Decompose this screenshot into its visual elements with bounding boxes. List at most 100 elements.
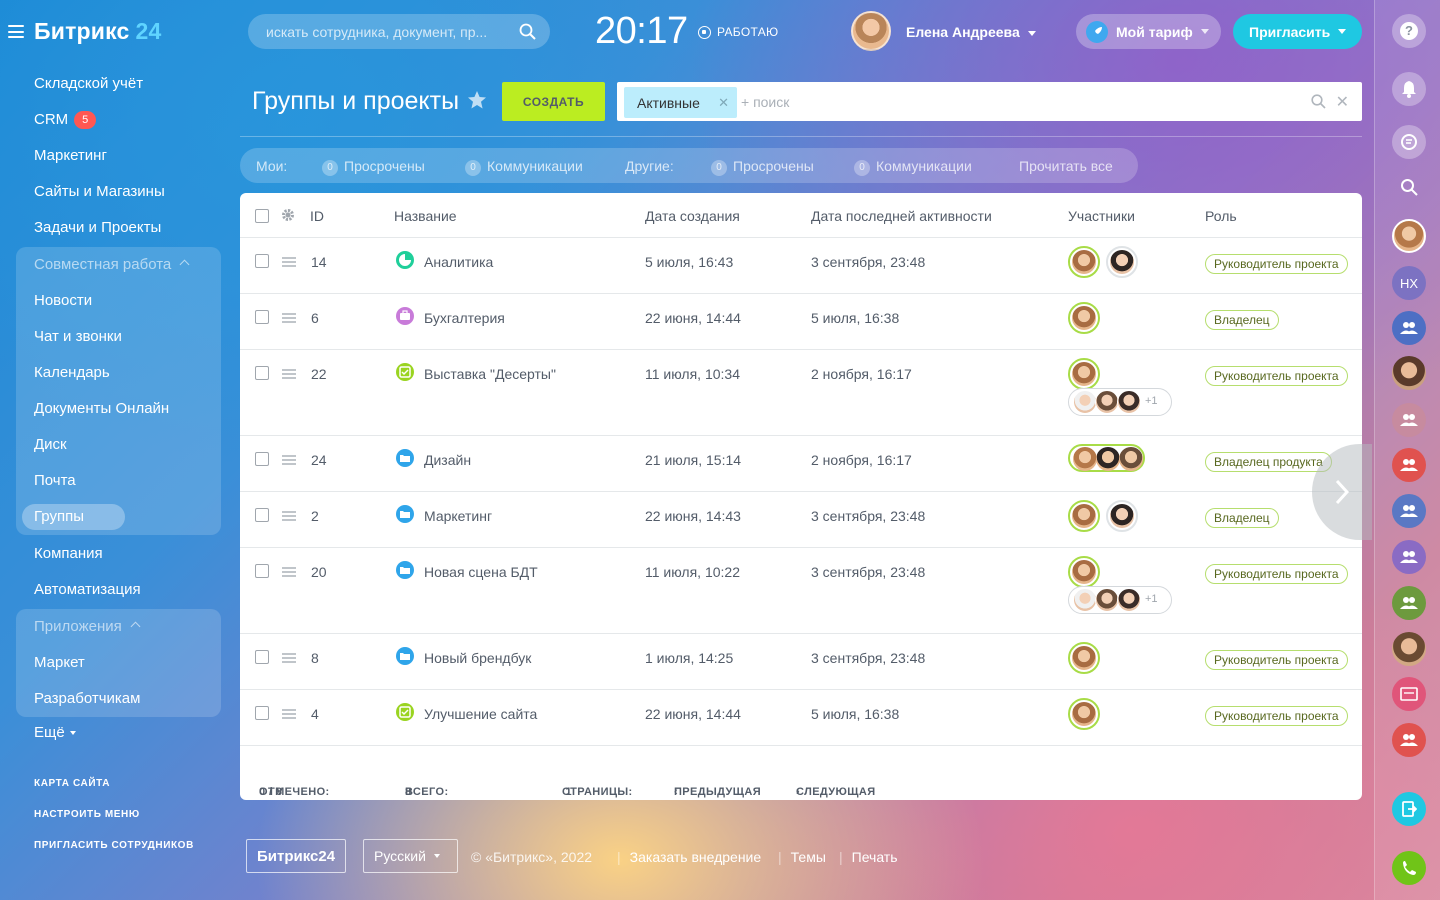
drag-handle-icon[interactable] [282, 313, 296, 323]
owner-avatar[interactable] [1068, 246, 1100, 278]
sidebar-item-warehouse[interactable]: Складской учёт [34, 75, 143, 92]
sidebar-item-marketing[interactable]: Маркетинг [34, 147, 107, 164]
sidebar-item-tasks[interactable]: Задачи и Проекты [34, 219, 161, 236]
counter-others-comms[interactable]: 0 Коммуникации [854, 158, 972, 176]
order-link[interactable]: | Заказать внедрение [617, 849, 761, 865]
group-name-link[interactable]: Аналитика [424, 254, 493, 270]
row-checkbox[interactable] [255, 452, 269, 466]
column-id[interactable]: ID [310, 208, 324, 224]
group-chat-icon[interactable] [1392, 403, 1426, 437]
contact-initials-avatar[interactable]: НХ [1392, 266, 1426, 300]
owner-avatar[interactable] [1068, 698, 1100, 730]
table-row[interactable]: 24 Дизайн 21 июля, 15:14 2 ноября, 16:17 Вла… [240, 436, 1362, 492]
column-role[interactable]: Роль [1205, 208, 1237, 224]
owner-avatar[interactable] [1068, 642, 1100, 674]
group-name-link[interactable]: Новая сцена БДТ [424, 564, 538, 580]
sidebar-item-automation[interactable]: Автоматизация [34, 581, 141, 598]
sidebar-item-docs[interactable]: Документы Онлайн [34, 400, 169, 417]
sidebar-item-mail[interactable]: Почта [34, 472, 76, 489]
drag-handle-icon[interactable] [282, 511, 296, 521]
sidebar-item-developers[interactable]: Разработчикам [34, 690, 140, 707]
contact-avatar[interactable] [1392, 632, 1426, 666]
favorite-star-icon[interactable] [467, 90, 487, 110]
group-name-link[interactable]: Бухгалтерия [424, 310, 505, 326]
drag-handle-icon[interactable] [282, 567, 296, 577]
row-checkbox[interactable] [255, 650, 269, 664]
member-avatar[interactable] [1106, 500, 1138, 532]
column-activity[interactable]: Дата последней активности [811, 208, 992, 224]
drag-handle-icon[interactable] [282, 455, 296, 465]
search-icon[interactable] [1311, 94, 1326, 109]
sidebar-item-news[interactable]: Новости [34, 292, 92, 309]
row-checkbox[interactable] [255, 564, 269, 578]
sidebar-item-market[interactable]: Маркет [34, 654, 85, 671]
sidebar-item-chat[interactable]: Чат и звонки [34, 328, 122, 345]
table-row[interactable]: 4 Улучшение сайта 22 июня, 14:44 5 июля, 16… [240, 690, 1362, 746]
row-checkbox[interactable] [255, 508, 269, 522]
exit-icon[interactable] [1392, 792, 1426, 826]
counter-others-overdue[interactable]: 0 Просрочены [711, 158, 814, 176]
tariff-button[interactable]: Мой тариф [1076, 14, 1221, 49]
owner-avatar[interactable] [1068, 556, 1100, 588]
sidebar-item-disk[interactable]: Диск [34, 436, 67, 453]
sitemap-link[interactable]: КАРТА САЙТА [34, 778, 110, 789]
messenger-icon[interactable] [1392, 125, 1426, 159]
notifications-icon[interactable] [1392, 72, 1426, 106]
table-row[interactable]: 6 Бухгалтерия 22 июня, 14:44 5 июля, 16:38 В… [240, 294, 1362, 350]
bitrix24-logo[interactable]: Битрикс 24 [34, 18, 162, 45]
select-all-checkbox[interactable] [255, 209, 269, 223]
group-name-link[interactable]: Дизайн [424, 452, 471, 468]
table-row[interactable]: 22 Выставка "Десерты" 11 июля, 10:34 2 нояб… [240, 350, 1362, 436]
search-icon[interactable] [1392, 170, 1426, 204]
table-row[interactable]: 8 Новый брендбук 1 июля, 14:25 3 сентября, … [240, 634, 1362, 690]
member-avatar[interactable] [1106, 246, 1138, 278]
search-input[interactable] [266, 14, 506, 49]
column-members[interactable]: Участники [1068, 208, 1135, 224]
owner-avatar[interactable] [1068, 358, 1100, 390]
drag-handle-icon[interactable] [282, 709, 296, 719]
row-checkbox[interactable] [255, 254, 269, 268]
help-icon[interactable]: ? [1392, 14, 1426, 48]
row-checkbox[interactable] [255, 366, 269, 380]
create-button[interactable]: СОЗДАТЬ [502, 82, 605, 121]
members-group[interactable]: +1 [1068, 388, 1172, 416]
counter-mine-overdue[interactable]: 0 Просрочены [322, 158, 425, 176]
sidebar-item-groups[interactable]: Группы [34, 508, 84, 525]
row-checkbox[interactable] [255, 310, 269, 324]
column-name[interactable]: Название [394, 208, 457, 224]
owner-avatar[interactable] [1068, 302, 1100, 334]
close-icon[interactable]: ✕ [718, 95, 729, 111]
invite-employees-link[interactable]: ПРИГЛАСИТЬ СОТРУДНИКОВ [34, 840, 194, 851]
counter-mine-comms[interactable]: 0 Коммуникации [465, 158, 583, 176]
phone-icon[interactable] [1392, 851, 1426, 885]
sidebar-group-collab[interactable]: Совместная работа [34, 256, 190, 273]
search-icon[interactable] [519, 23, 536, 40]
drag-handle-icon[interactable] [282, 653, 296, 663]
group-chat-icon[interactable] [1392, 540, 1426, 574]
themes-link[interactable]: | Темы [778, 849, 826, 865]
group-chat-icon[interactable] [1392, 448, 1426, 482]
settings-gear-icon[interactable] [281, 208, 295, 222]
group-name-link[interactable]: Новый брендбук [424, 650, 531, 666]
clear-icon[interactable]: ✕ [1336, 92, 1349, 112]
owner-avatar[interactable] [1068, 500, 1100, 532]
user-menu[interactable]: Елена Андреева [906, 24, 1036, 40]
table-row[interactable]: 20 Новая сцена БДТ 11 июля, 10:22 3 сентябр… [240, 548, 1362, 634]
group-name-link[interactable]: Улучшение сайта [424, 706, 537, 722]
group-name-link[interactable]: Маркетинг [424, 508, 492, 524]
filter-tag-active[interactable]: Активные ✕ [624, 87, 737, 118]
contact-avatar[interactable] [1392, 356, 1426, 390]
members-group[interactable] [1068, 444, 1145, 472]
filter-search[interactable]: Активные ✕ + поиск ✕ [617, 82, 1362, 121]
sidebar-item-sites[interactable]: Сайты и Магазины [34, 183, 165, 200]
user-avatar[interactable] [851, 11, 891, 51]
sidebar-group-apps[interactable]: Приложения [34, 618, 141, 635]
drag-handle-icon[interactable] [282, 257, 296, 267]
print-link[interactable]: | Печать [839, 849, 898, 865]
table-row[interactable]: 14 Аналитика 5 июля, 16:43 3 сентября, 23:4… [240, 238, 1362, 294]
invite-button[interactable]: Пригласить [1233, 14, 1362, 49]
mail-chat-icon[interactable] [1392, 677, 1426, 711]
group-name-link[interactable]: Выставка "Десерты" [424, 366, 556, 382]
footer-logo-button[interactable]: Битрикс24 [246, 839, 347, 873]
table-row[interactable]: 2 Маркетинг 22 июня, 14:43 3 сентября, 23:4… [240, 492, 1362, 548]
